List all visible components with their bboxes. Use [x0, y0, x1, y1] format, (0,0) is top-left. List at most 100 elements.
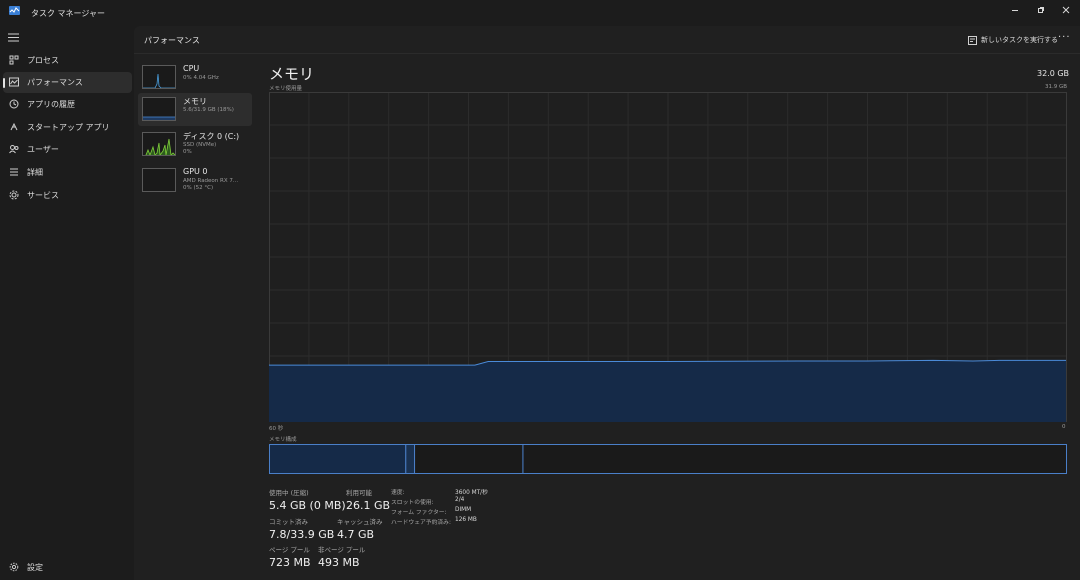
run-new-task-button[interactable]: 新しいタスクを実行する [968, 33, 1058, 47]
composition-in-use [269, 444, 407, 474]
composition-modified [405, 444, 416, 474]
task-manager-icon [9, 6, 20, 15]
nav-item-settings[interactable]: 設定 [3, 557, 132, 578]
device-name: GPU 0 [183, 167, 208, 176]
spec-label: スロットの使用: [391, 500, 434, 506]
memory-total: 32.0 GB [1037, 69, 1070, 78]
stat-available: 利用可能 26.1 GB [346, 487, 390, 512]
device-cpu[interactable]: CPU 0% 4.04 GHz [138, 61, 252, 94]
memory-usage-label: メモリ使用量 [269, 86, 303, 92]
stat-label: 利用可能 [346, 489, 372, 497]
stat-paged-pool: ページ プール 723 MB [269, 544, 311, 569]
composition-free [522, 444, 1067, 474]
close-icon [1062, 6, 1070, 14]
sidebar: プロセス パフォーマンス アプリの履歴 スタートアップ アプリ ユーザー 詳細 … [0, 26, 134, 580]
device-memory[interactable]: メモリ 5.6/31.9 GB (18%) [138, 93, 252, 126]
app-history-icon [9, 99, 19, 109]
minimize-button[interactable] [1002, 4, 1028, 20]
users-icon [9, 145, 19, 154]
stat-label: コミット済み [269, 518, 308, 526]
memory-title: メモリ [269, 65, 315, 83]
run-task-icon [968, 35, 977, 45]
hamburger-menu-icon[interactable] [8, 33, 19, 42]
stat-label: 使用中 (圧縮) [269, 489, 309, 497]
device-usage: 0% (52 °C) [183, 185, 214, 191]
graph-axis-right: 0 [1062, 424, 1066, 430]
active-indicator [3, 78, 5, 88]
device-detail: 0% 4.04 GHz [183, 75, 219, 81]
nav-item-label: サービス [27, 191, 59, 200]
gpu-thumbnail [142, 168, 176, 192]
nav-item-performance[interactable]: パフォーマンス [3, 72, 132, 93]
nav-item-label: パフォーマンス [27, 78, 83, 87]
device-gpu[interactable]: GPU 0 AMD Radeon RX 7... 0% (52 °C) [138, 164, 252, 197]
memory-composition-bar [269, 444, 1067, 474]
spec-label: フォーム ファクター: [391, 510, 447, 516]
device-name: ディスク 0 (C:) [183, 132, 240, 141]
composition-standby [414, 444, 524, 474]
nav-item-label: 設定 [27, 563, 43, 572]
main-content: パフォーマンス 新しいタスクを実行する ··· CPU 0% 4.04 GHz … [134, 26, 1080, 580]
nav-item-processes[interactable]: プロセス [3, 50, 132, 71]
nav-item-startup[interactable]: スタートアップ アプリ [3, 117, 132, 138]
device-disk[interactable]: ディスク 0 (C:) SSD (NVMe) 0% [138, 128, 252, 161]
stat-label: キャッシュ済み [337, 518, 383, 526]
window-title: タスク マネージャー [31, 9, 105, 18]
services-icon [9, 190, 19, 200]
startup-icon [10, 122, 18, 131]
device-usage: 0% [183, 149, 192, 155]
minimize-icon [1012, 10, 1018, 11]
stat-value: 493 MB [318, 556, 360, 569]
performance-icon [9, 77, 19, 87]
memory-usage-area [269, 360, 1066, 422]
spec-label: ハードウェア予約済み: [391, 520, 451, 526]
nav-item-label: ユーザー [27, 145, 59, 154]
memory-usage-graph [269, 92, 1067, 422]
stat-value: 7.8/33.9 GB [269, 528, 335, 541]
close-button[interactable] [1053, 4, 1079, 20]
stat-committed: コミット済み 7.8/33.9 GB [269, 516, 334, 541]
spec-value: DIMM [455, 507, 472, 513]
page-title: パフォーマンス [144, 36, 200, 45]
stat-value: 4.7 GB [337, 528, 375, 541]
nav-item-users[interactable]: ユーザー [3, 139, 132, 160]
stat-label: 非ページ プール [318, 546, 366, 554]
spec-value: 2/4 [455, 497, 465, 503]
stat-cached: キャッシュ済み 4.7 GB [337, 516, 383, 541]
disk-thumbnail [142, 132, 176, 156]
restore-icon [1038, 7, 1044, 13]
device-name: メモリ [183, 97, 207, 106]
gear-icon [9, 562, 19, 572]
memory-thumbnail [142, 97, 176, 121]
nav-item-label: アプリの履歴 [27, 100, 75, 109]
stat-nonpaged-pool: 非ページ プール 493 MB [318, 544, 365, 569]
stat-value: 26.1 GB [346, 499, 391, 512]
device-detail: SSD (NVMe) [183, 142, 217, 148]
stat-in-use: 使用中 (圧縮) 5.4 GB (0 MB) [269, 487, 346, 512]
memory-graph-max: 31.9 GB [1045, 84, 1068, 90]
device-detail: AMD Radeon RX 7... [183, 178, 239, 184]
cpu-thumbnail [142, 65, 176, 89]
stat-value: 723 MB [269, 556, 311, 569]
nav-item-label: スタートアップ アプリ [27, 123, 110, 132]
device-name: CPU [183, 64, 200, 73]
restore-button[interactable] [1028, 4, 1054, 20]
details-icon [10, 168, 18, 176]
nav-item-details[interactable]: 詳細 [3, 162, 132, 183]
more-options-button[interactable]: ··· [1058, 32, 1071, 43]
spec-value: 126 MB [455, 517, 477, 523]
processes-icon [9, 55, 19, 65]
title-bar: タスク マネージャー [0, 0, 1080, 26]
header-divider [134, 53, 1080, 54]
nav-item-app-history[interactable]: アプリの履歴 [3, 94, 132, 115]
graph-axis-left: 60 秒 [269, 426, 284, 432]
memory-composition-label: メモリ構成 [269, 437, 297, 443]
stat-value: 5.4 GB (0 MB) [269, 499, 346, 512]
run-new-task-label: 新しいタスクを実行する [981, 36, 1058, 44]
stat-label: ページ プール [269, 546, 310, 554]
device-detail: 5.6/31.9 GB (18%) [183, 107, 234, 113]
nav-item-label: プロセス [27, 56, 59, 65]
spec-label: 速度: [391, 490, 405, 496]
nav-item-services[interactable]: サービス [3, 185, 132, 206]
spec-value: 3600 MT/秒 [455, 490, 488, 496]
